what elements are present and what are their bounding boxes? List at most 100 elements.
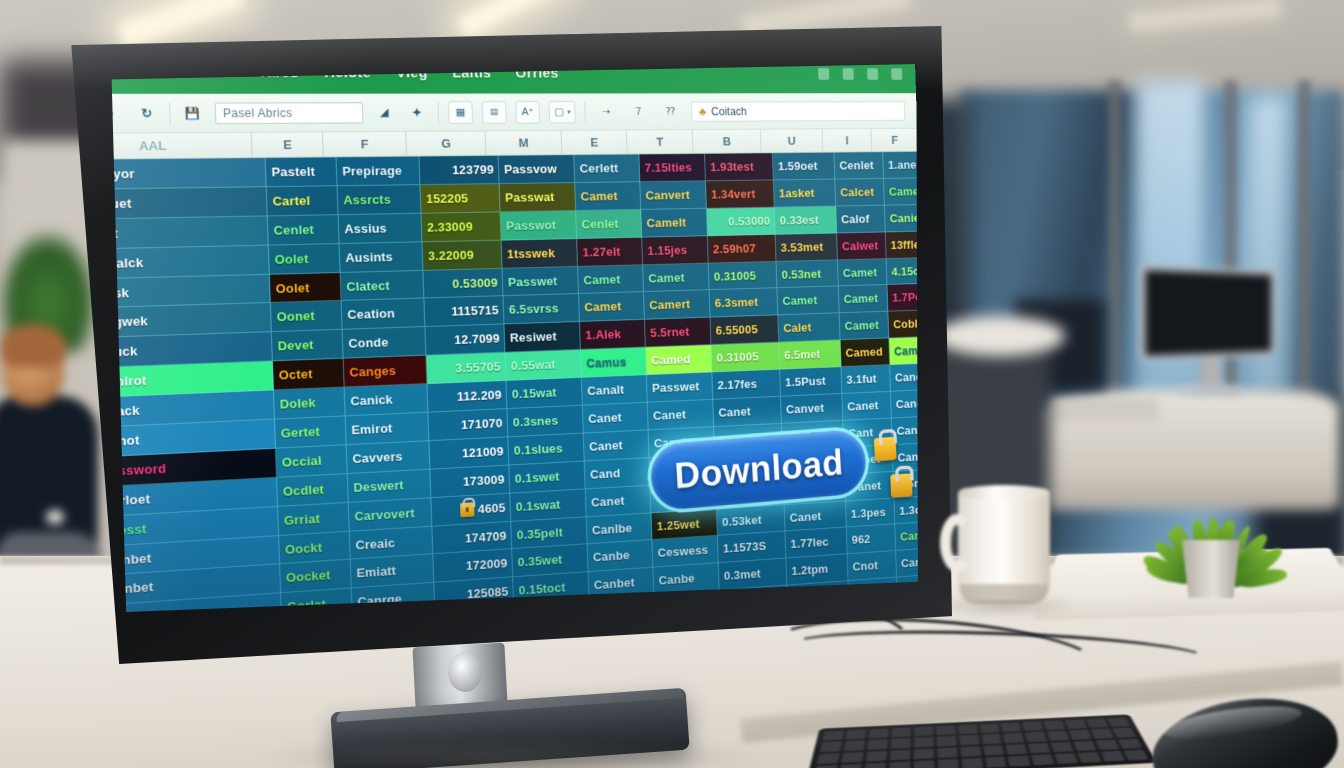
cell-r1-c8[interactable]: 1asket <box>774 179 836 207</box>
cell-r8-c10[interactable]: Cand <box>890 363 918 392</box>
keyboard-key[interactable] <box>822 731 844 741</box>
keyboard-key[interactable] <box>865 750 887 761</box>
keyboard-key[interactable] <box>913 760 934 768</box>
cell-r3-c9[interactable]: Calwet <box>837 232 887 260</box>
cell-r1-c3[interactable]: 152205 <box>421 184 501 214</box>
cell-r0-c0[interactable]: 1 Uyor <box>110 158 267 190</box>
cell-r0-c1[interactable]: Pastelt <box>266 157 338 187</box>
cell-r4-c7[interactable]: 0.31005 <box>709 261 778 290</box>
cell-r1-c1[interactable]: Cartel <box>267 186 339 216</box>
cell-r8-c2[interactable]: Canick <box>345 384 429 416</box>
keyboard-key[interactable] <box>1031 754 1055 765</box>
help-icon[interactable] <box>891 68 902 80</box>
keyboard-key[interactable] <box>864 762 886 768</box>
save-icon[interactable]: 💾 <box>180 101 205 125</box>
cell-r0-c8[interactable]: 1.59oet <box>773 153 835 181</box>
comments-icon[interactable] <box>843 68 854 80</box>
cell-r10-c4[interactable]: 0.1slues <box>509 433 585 465</box>
cell-r7-c6[interactable]: Camed <box>646 345 712 375</box>
cell-r7-c1[interactable]: Octet <box>273 359 345 391</box>
keyboard-key[interactable] <box>820 741 842 752</box>
cell-r6-c2[interactable]: Conde <box>343 327 427 359</box>
cell-r3-c6[interactable]: 1.15jes <box>643 236 710 265</box>
cell-r5-c8[interactable]: Camet <box>778 287 840 316</box>
keyboard-key[interactable] <box>960 746 981 757</box>
clear-icon[interactable]: ⁇ <box>659 100 683 122</box>
keyboard-key[interactable] <box>1086 719 1109 728</box>
cell-r6-c5[interactable]: 1.Alek <box>580 320 646 350</box>
keyboard-key[interactable] <box>841 752 863 763</box>
cell-r0-c10[interactable]: 1.anert <box>883 152 918 179</box>
keyboard-key[interactable] <box>1008 755 1031 766</box>
cell-r0-c7[interactable]: 1.93test <box>705 153 774 181</box>
cell-r9-c5[interactable]: Canet <box>583 403 649 434</box>
keyboard-key[interactable] <box>1091 729 1114 739</box>
cell-r4-c5[interactable]: Camet <box>578 265 644 294</box>
keyboard-key[interactable] <box>845 730 866 740</box>
keyboard-key[interactable] <box>983 745 1005 756</box>
cell-r2-c4[interactable]: Passwot <box>501 211 578 240</box>
font-size-icon[interactable]: A⁺ <box>515 101 540 124</box>
keyboard-key[interactable] <box>843 740 865 751</box>
cell-r5-c9[interactable]: Camet <box>839 285 889 313</box>
table-icon[interactable]: ▦ <box>448 101 473 124</box>
column-header-AAL[interactable]: AAL <box>110 133 253 159</box>
account-icon[interactable] <box>867 68 878 80</box>
share-icon[interactable] <box>818 68 829 80</box>
cell-r9-c4[interactable]: 0.3snes <box>508 406 584 438</box>
keyboard-key[interactable] <box>1047 731 1069 741</box>
cells-icon[interactable]: ▤ <box>482 101 507 124</box>
cell-r3-c3[interactable]: 3.22009 <box>423 240 503 270</box>
cell-r10-c3[interactable]: 121009 <box>430 437 510 469</box>
cell-r7-c7[interactable]: 0.31005 <box>712 343 781 373</box>
column-header-M[interactable]: M <box>486 131 563 155</box>
cell-r2-c7[interactable]: 0.53000 <box>707 207 776 236</box>
keyboard-key[interactable] <box>1107 718 1130 727</box>
cell-r9-c8[interactable]: Canvet <box>781 394 843 424</box>
cell-r7-c3[interactable]: 3.55705 <box>427 353 507 384</box>
cell-r11-c4[interactable]: 0.1swet <box>510 461 586 493</box>
cell-r9-c1[interactable]: Gertet <box>275 416 347 448</box>
cell-r11-c3[interactable]: 173009 <box>431 465 511 498</box>
keyboard-key[interactable] <box>1003 733 1025 743</box>
keyboard-key[interactable] <box>817 753 840 764</box>
keyboard-key[interactable] <box>889 761 911 768</box>
cell-r12-c5[interactable]: Canet <box>586 485 652 516</box>
keyboard-key[interactable] <box>1112 728 1136 738</box>
cell-r6-c3[interactable]: 12.7099 <box>426 325 506 356</box>
cell-r6-c7[interactable]: 6.55005 <box>711 316 780 346</box>
cell-r2-c9[interactable]: Calof <box>836 205 886 233</box>
cell-r6-c8[interactable]: Calet <box>779 314 841 343</box>
cell-r3-c7[interactable]: 2.59h07 <box>708 234 777 263</box>
cell-r15-c9[interactable]: Cnot <box>848 551 897 581</box>
cell-r8-c1[interactable]: Dolek <box>274 388 346 420</box>
keyboard-key[interactable] <box>937 759 959 768</box>
keyboard-key[interactable] <box>1044 720 1066 730</box>
cell-r5-c6[interactable]: Camert <box>644 290 710 320</box>
undo-icon[interactable]: ↻ <box>134 101 159 125</box>
keyboard-key[interactable] <box>891 727 911 737</box>
cell-r0-c3[interactable]: 123799 <box>420 156 500 185</box>
cell-r13-c8[interactable]: Canet <box>785 501 847 532</box>
cell-r4-c8[interactable]: 0.53net <box>777 260 839 289</box>
cell-r7-c8[interactable]: 6.5met <box>780 340 842 369</box>
cell-r2-c10[interactable]: Caniet <box>885 205 918 232</box>
cell-r2-c0[interactable]: 1 Tanit <box>110 216 269 249</box>
cell-r5-c5[interactable]: Camet <box>579 292 645 322</box>
keyboard-key[interactable] <box>913 748 934 759</box>
cell-r11-c1[interactable]: Ocdlet <box>277 474 349 507</box>
column-header-E[interactable]: E <box>561 130 627 154</box>
cell-r3-c1[interactable]: Oolet <box>269 244 341 275</box>
cell-r1-c2[interactable]: Assrcts <box>338 185 422 215</box>
keyboard-key[interactable] <box>868 729 888 739</box>
keyboard-key[interactable] <box>1005 744 1027 755</box>
column-header-E[interactable]: E <box>252 132 324 157</box>
column-header-G[interactable]: G <box>406 131 486 155</box>
keyboard-key[interactable] <box>1054 753 1078 764</box>
cell-r15-c10[interactable]: Canbt <box>896 548 918 578</box>
cell-r7-c5[interactable]: Camus <box>581 348 647 378</box>
cell-r0-c5[interactable]: Cerlett <box>575 154 641 182</box>
cell-r1-c5[interactable]: Camet <box>576 182 642 211</box>
keyboard-key[interactable] <box>937 747 958 758</box>
cell-r0-c4[interactable]: Passvow <box>499 155 576 184</box>
